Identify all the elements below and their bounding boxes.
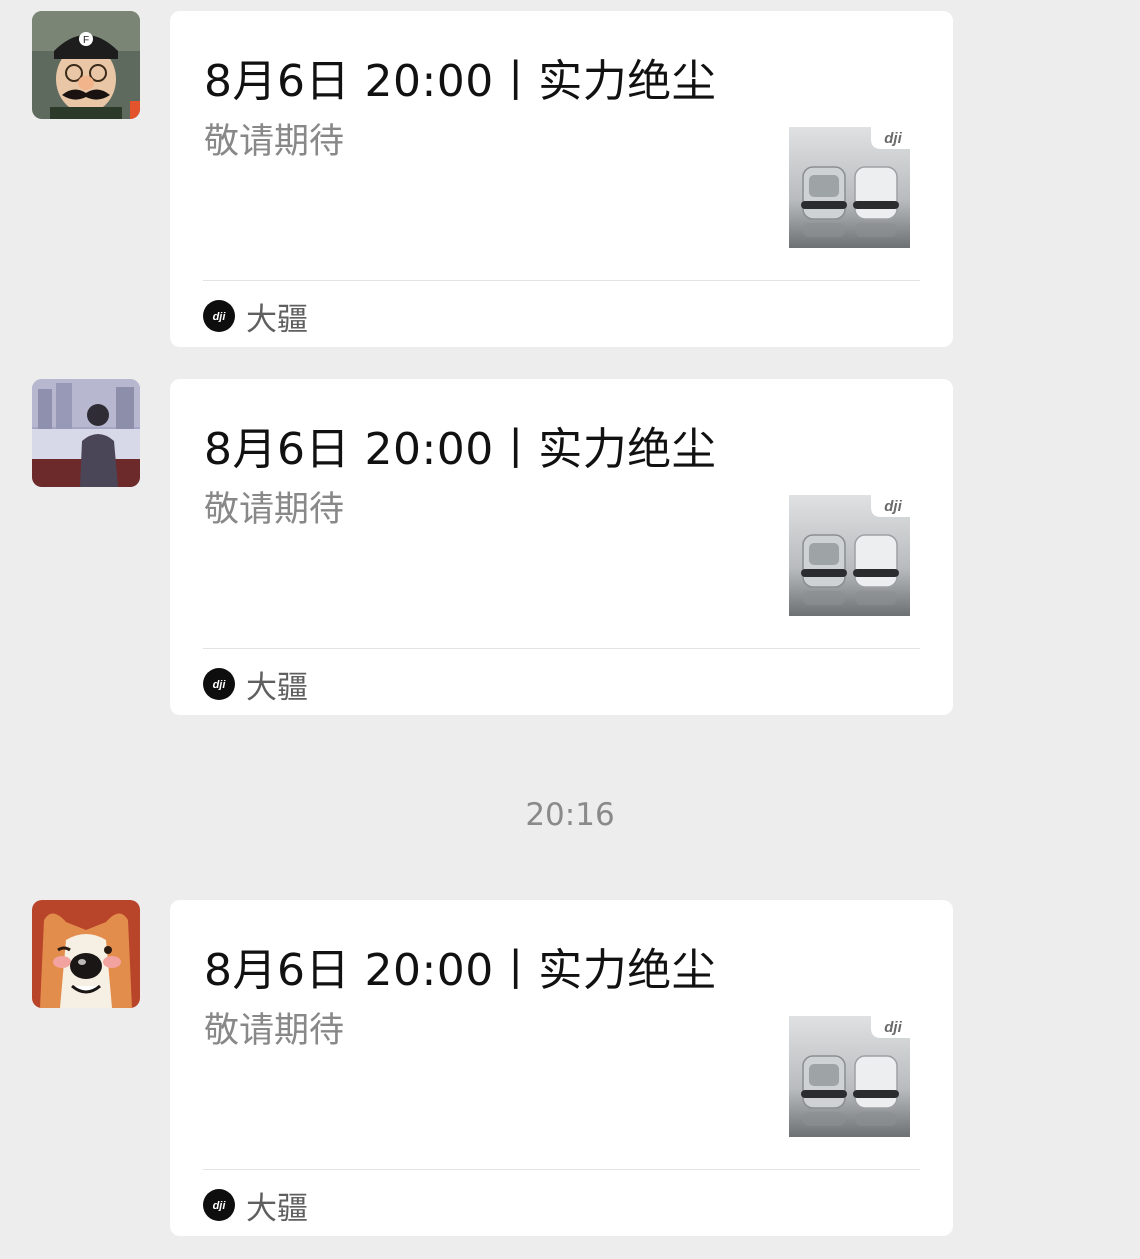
mustache-man-avatar-icon[interactable]: F [32, 11, 140, 119]
source-name: 大疆 [246, 301, 308, 338]
card-source: dji 大疆 [203, 298, 308, 338]
card-title: 8月6日 20:00丨实力绝尘 [204, 56, 717, 107]
card-source: dji 大疆 [203, 666, 308, 706]
dji-logo-icon: dji [203, 668, 235, 700]
svg-text:dji: dji [884, 130, 902, 147]
source-name: 大疆 [246, 669, 308, 706]
source-name: 大疆 [246, 1190, 308, 1227]
svg-text:F: F [83, 35, 89, 46]
svg-text:dji: dji [884, 1019, 902, 1036]
card-description: 敬请期待 [204, 490, 345, 530]
card-description: 敬请期待 [204, 1011, 345, 1051]
card-divider [203, 280, 920, 281]
card-title: 8月6日 20:00丨实力绝尘 [204, 945, 717, 996]
svg-text:dji: dji [213, 311, 227, 322]
product-thumbnail: dji [789, 127, 910, 248]
card-divider [203, 1169, 920, 1170]
product-thumbnail: dji [789, 495, 910, 616]
corgi-avatar-icon[interactable] [32, 900, 140, 1008]
link-card[interactable]: 8月6日 20:00丨实力绝尘 敬请期待 dji dji 大疆 [170, 11, 953, 347]
svg-text:dji: dji [213, 1200, 227, 1211]
link-card[interactable]: 8月6日 20:00丨实力绝尘 敬请期待 dji dji 大疆 [170, 379, 953, 715]
card-divider [203, 648, 920, 649]
chat-conversation: F 8月6日 20:00丨实力绝尘 敬请期待 dji dji 大疆 8月6日 2… [0, 0, 1140, 1259]
person-by-water-avatar-icon[interactable] [32, 379, 140, 487]
link-card[interactable]: 8月6日 20:00丨实力绝尘 敬请期待 dji dji 大疆 [170, 900, 953, 1236]
chat-timestamp: 20:16 [525, 797, 615, 833]
product-thumbnail: dji [789, 1016, 910, 1137]
dji-logo-icon: dji [203, 300, 235, 332]
card-description: 敬请期待 [204, 122, 345, 162]
svg-text:dji: dji [213, 679, 227, 690]
dji-logo-icon: dji [203, 1189, 235, 1221]
card-title: 8月6日 20:00丨实力绝尘 [204, 424, 717, 475]
card-source: dji 大疆 [203, 1187, 308, 1227]
svg-text:dji: dji [884, 498, 902, 515]
